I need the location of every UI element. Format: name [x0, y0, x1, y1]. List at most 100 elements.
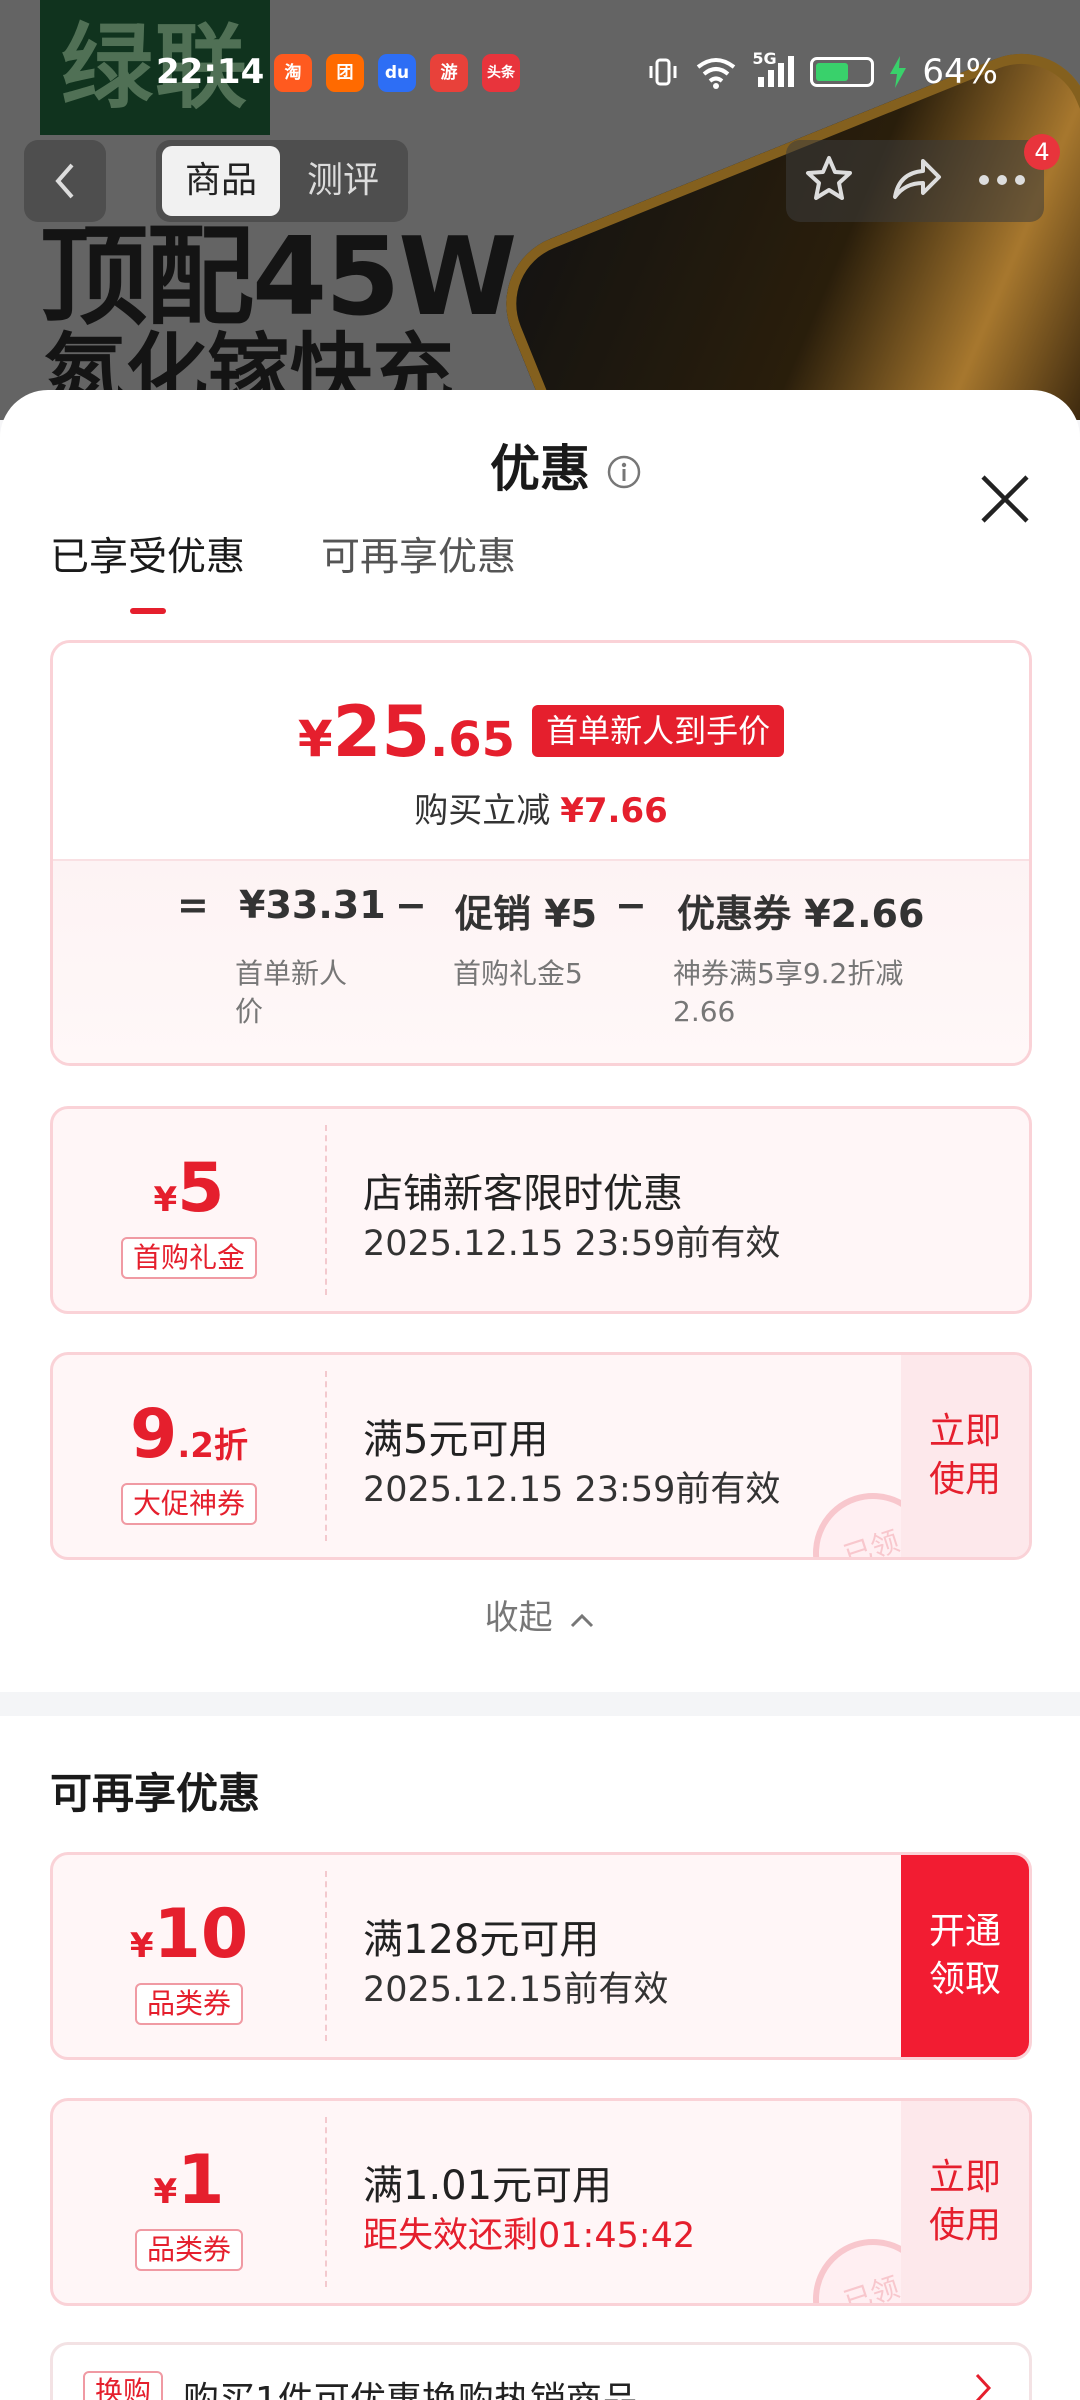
share-icon — [893, 159, 941, 199]
price-integer: 25 — [332, 691, 431, 773]
battery-percent: 64% — [922, 52, 998, 92]
close-button[interactable] — [978, 472, 1032, 530]
tab-goods[interactable]: 商品 — [162, 146, 280, 216]
coupon-validity: 2025.12.15 23:59前有效 — [363, 1224, 781, 1264]
product-tabs: 商品 测评 — [156, 140, 408, 222]
discount-value: ¥7.66 — [560, 791, 668, 831]
formula-promo-label: 首购礼金5 — [453, 957, 583, 990]
coupon-title: 满5元可用 — [363, 1417, 549, 1463]
coupon-amount: 5 — [177, 1149, 225, 1228]
network-type: 5G — [752, 49, 777, 68]
coupon-card: ¥1 品类券 满1.01元可用 距失效还剩01:45:42 已领 立即使用 — [50, 2098, 1032, 2306]
use-now-button[interactable]: 立即使用 — [901, 2101, 1029, 2303]
status-time: 22:14 — [156, 52, 265, 92]
coupon-value: 9.2折 — [53, 1395, 325, 1474]
coupon-suffix: .2折 — [177, 1426, 248, 1466]
charging-icon — [888, 55, 908, 89]
coupon-amount: 1 — [177, 2141, 225, 2220]
notification-badge: 4 — [1024, 134, 1060, 170]
coupon-divider — [325, 2117, 327, 2287]
tab-enjoyed[interactable]: 已享受优惠 — [50, 530, 245, 614]
coupon-amount: 10 — [153, 1895, 249, 1974]
status-indicators: 5G 64% — [646, 49, 998, 92]
minus-sign: − — [615, 883, 647, 927]
wifi-icon — [694, 55, 738, 89]
currency-symbol: ¥ — [297, 710, 333, 768]
coupon-value-section: ¥1 品类券 — [53, 2101, 325, 2303]
price-formula: = ¥33.31 − 促销 ¥5 − 优惠券 ¥2.66 首单新人价 首购礼金5… — [53, 859, 1029, 1063]
coupon-card: ¥10 品类券 满128元可用 2025.12.15前有效 开通领取 — [50, 1852, 1032, 2060]
coupon-divider — [325, 1871, 327, 2041]
coupon-value: ¥10 — [53, 1895, 325, 1974]
minus-sign: − — [395, 883, 427, 927]
chevron-right-icon — [975, 2373, 992, 2400]
close-icon — [981, 475, 1029, 523]
status-bar: 22:14 淘 团 du 游 头条 5G 64% — [0, 40, 1080, 100]
activate-claim-label: 开通领取 — [928, 1911, 1001, 2000]
coupon-card: ¥5 首购礼金 店铺新客限时优惠 2025.12.15 23:59前有效 — [50, 1106, 1032, 1314]
coupon-validity: 2025.12.15前有效 — [363, 1970, 669, 2010]
more-discounts-title: 可再享优惠 — [50, 1769, 261, 1818]
formula-coupon: 优惠券 ¥2.66 — [677, 892, 925, 936]
use-now-label: 立即使用 — [928, 1411, 1001, 1500]
nav-actions — [786, 140, 1044, 222]
info-icon[interactable] — [606, 454, 642, 494]
share-button[interactable] — [889, 153, 943, 209]
more-dots-icon — [979, 174, 1025, 185]
trade-in-offer-row[interactable]: 换购 购买1件可优惠换购热销商品 — [50, 2342, 1032, 2400]
collapse-button[interactable]: 收起 — [0, 1590, 1080, 1639]
coupon-title: 满1.01元可用 — [363, 2163, 613, 2209]
toutiao-icon: 头条 — [482, 54, 520, 92]
formula-original-price-label: 首单新人价 — [235, 957, 348, 1028]
equals-sign: = — [177, 883, 209, 927]
coupon-countdown: 距失效还剩01:45:42 — [363, 2216, 696, 2256]
chevron-left-icon — [55, 163, 74, 199]
coupon-divider — [325, 1371, 327, 1541]
coupon-currency: ¥ — [153, 2172, 178, 2212]
taobao-icon: 淘 — [274, 54, 312, 92]
coupon-title: 满128元可用 — [363, 1917, 600, 1963]
coupon-value-section: ¥5 首购礼金 — [53, 1109, 325, 1311]
collapse-label: 收起 — [484, 1598, 553, 1638]
discount-summary: 购买立减 ¥7.66 — [53, 783, 1029, 832]
coupon-amount: 9 — [130, 1395, 178, 1474]
more-button[interactable] — [977, 172, 1027, 191]
sheet-header: 优惠 — [0, 432, 1080, 523]
coupon-title: 店铺新客限时优惠 — [363, 1171, 683, 1217]
price-type-badge: 首单新人到手价 — [532, 705, 785, 757]
coupon-type-badge: 大促神券 — [120, 1483, 258, 1525]
tab-review[interactable]: 测评 — [284, 146, 402, 216]
coupon-type-badge: 品类券 — [134, 2229, 244, 2271]
product-nav: 商品 测评 4 — [0, 134, 1080, 222]
trade-in-badge: 换购 — [83, 2371, 164, 2400]
trade-in-text: 购买1件可优惠换购热销商品 — [183, 2371, 638, 2400]
discount-label: 购买立减 — [414, 791, 551, 831]
cellular-icon: 5G — [752, 49, 796, 89]
discount-tabs: 已享受优惠 可再享优惠 — [50, 530, 516, 614]
vibrate-icon — [646, 55, 680, 89]
coupon-value: ¥5 — [53, 1149, 325, 1228]
formula-original-price: ¥33.31 — [239, 883, 386, 927]
use-now-button[interactable]: 立即使用 — [901, 1355, 1029, 1557]
coupon-type-badge: 品类券 — [134, 1983, 244, 2025]
meituan-icon: 团 — [326, 54, 364, 92]
star-icon — [806, 156, 852, 200]
coupon-value-section: 9.2折 大促神券 — [53, 1355, 325, 1557]
coupon-validity: 2025.12.15 23:59前有效 — [363, 1470, 781, 1510]
use-now-label: 立即使用 — [928, 2157, 1001, 2246]
discount-sheet: 优惠 已享受优惠 可再享优惠 ¥25.65 首单新人到手价 购买立减 ¥7.66 … — [0, 390, 1080, 2400]
coupon-value-section: ¥10 品类券 — [53, 1855, 325, 2057]
tab-more-available[interactable]: 可再享优惠 — [321, 530, 516, 586]
battery-icon — [810, 57, 875, 87]
activate-claim-button[interactable]: 开通领取 — [901, 1855, 1029, 2057]
chevron-up-icon — [571, 1613, 594, 1628]
coupon-value: ¥1 — [53, 2141, 325, 2220]
favorite-button[interactable] — [803, 153, 855, 209]
coupon-card: 9.2折 大促神券 满5元可用 2025.12.15 23:59前有效 已领 立… — [50, 1352, 1032, 1560]
price-decimal: .65 — [430, 712, 516, 768]
coupon-currency: ¥ — [129, 1926, 154, 1966]
coupon-divider — [325, 1125, 327, 1295]
formula-coupon-label: 神券满5享9.2折减2.66 — [673, 957, 904, 1028]
coupon-currency: ¥ — [153, 1180, 178, 1220]
back-button[interactable] — [24, 140, 106, 222]
